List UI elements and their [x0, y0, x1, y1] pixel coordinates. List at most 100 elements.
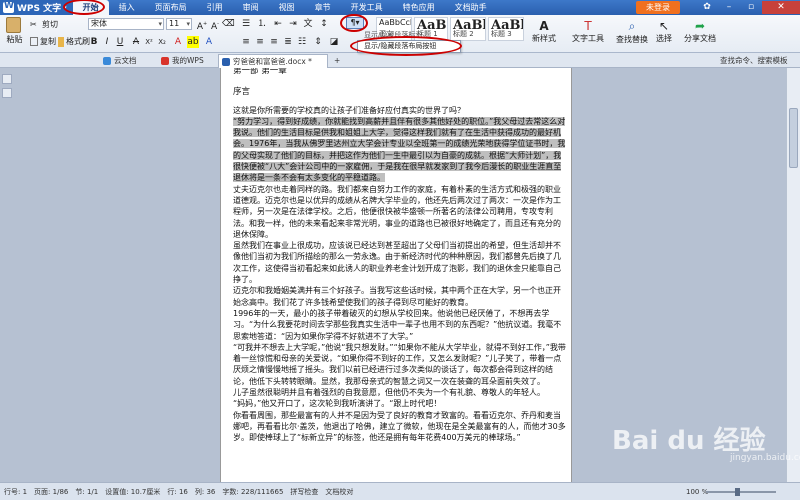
wps-logo-icon: [3, 1, 14, 13]
char-border-icon[interactable]: A: [203, 36, 215, 48]
doc-icon: [222, 58, 230, 66]
clear-format-icon[interactable]: ⌫: [222, 18, 235, 30]
vertical-scrollbar[interactable]: [786, 68, 800, 482]
align-center-icon[interactable]: ≡: [254, 36, 266, 48]
style-heading-2[interactable]: AaBb 标题 2: [450, 17, 486, 41]
status-column: 列: 36: [194, 487, 216, 496]
zoom-slider[interactable]: [706, 491, 776, 493]
numbering-icon[interactable]: ⒈: [256, 18, 268, 30]
text-tools-button[interactable]: T 文字工具: [572, 19, 604, 44]
share-icon: ➦: [694, 19, 706, 33]
share-button[interactable]: ➦ 分享文档: [684, 19, 716, 44]
tab-doc-assistant[interactable]: 文档助手: [445, 0, 497, 15]
distribute-icon[interactable]: ☷: [296, 36, 308, 48]
align-right-icon[interactable]: ≡: [268, 36, 280, 48]
doc-proofread-toggle[interactable]: 文档校对: [325, 487, 353, 497]
status-line: 行: 16: [167, 487, 188, 496]
grow-font-icon[interactable]: A+: [196, 18, 208, 32]
minimize-icon[interactable]: –: [718, 1, 740, 14]
style-caption: 标题 3: [491, 30, 512, 38]
zoom-level[interactable]: 100 %: [686, 488, 708, 496]
shading-icon[interactable]: ◪: [328, 36, 340, 48]
underline-icon[interactable]: U: [114, 36, 126, 48]
tab-references[interactable]: 引用: [197, 0, 233, 15]
find-replace-button[interactable]: ⌕ 查找替换: [616, 19, 648, 45]
paste-icon: [6, 17, 21, 33]
tab-cloud-docs[interactable]: 云文档: [100, 54, 141, 68]
chinese-layout-icon[interactable]: 文: [302, 18, 314, 30]
style-sample: AaBbCcDd: [379, 18, 411, 27]
share-label: 分享文档: [684, 34, 716, 43]
superscript-icon[interactable]: X²: [143, 36, 155, 48]
tab-my-wps[interactable]: 我的WPS: [158, 54, 208, 68]
text-tools-icon: T: [584, 19, 592, 33]
bullets-icon[interactable]: ☰: [240, 18, 252, 30]
tab-special-apps[interactable]: 特色应用: [393, 0, 445, 15]
panel-icon[interactable]: [2, 88, 12, 98]
text-tools-label: 文字工具: [572, 34, 604, 43]
style-caption: 标题 2: [453, 30, 474, 38]
justify-icon[interactable]: ≣: [282, 36, 294, 48]
bold-icon[interactable]: B: [88, 36, 100, 48]
paste-button[interactable]: 粘贴: [6, 17, 23, 45]
tab-insert[interactable]: 插入: [109, 0, 145, 15]
cut-label: 剪切: [42, 20, 58, 29]
app-menu-button[interactable]: WPS 文字 ▾: [0, 0, 73, 15]
scroll-thumb[interactable]: [789, 108, 798, 168]
document-content[interactable]: 第一部 第一章 序言 这就是你所需要的学校真的让孩子们准备好应付真实的世界了吗？…: [233, 68, 566, 444]
tab-document[interactable]: 穷爸爸和富爸爸.docx *: [218, 54, 328, 68]
paragraph: 这就是你所需要的学校真的让孩子们准备好应付真实的世界了吗？: [233, 105, 465, 115]
format-painter-button[interactable]: 格式刷: [58, 36, 90, 47]
find-replace-label: 查找替换: [616, 35, 648, 44]
selected-text: “努力学习，得到好成绩，你就能找到高薪并且伴有很多其他好处的职位。”我父母过去常…: [233, 116, 566, 183]
font-color-icon[interactable]: A: [172, 36, 184, 48]
tab-developer[interactable]: 开发工具: [341, 0, 393, 15]
paragraph: 虽然我们在事业上很成功，应该说已经达到甚至超出了父母们当初提出的希望，但生活却并…: [233, 241, 561, 285]
subscript-icon[interactable]: X₂: [156, 36, 168, 48]
status-row: 行号: 1: [4, 487, 28, 496]
decrease-indent-icon[interactable]: ⇤: [272, 18, 284, 30]
paragraph: 儿子虽然很聪明并且有着强烈的自我意愿，但他仍不失为一个有礼貌、尊敬人的年轻人。: [233, 388, 545, 398]
strikethrough-icon[interactable]: A: [130, 36, 142, 48]
paragraph: 你看看周围，那些最富有的人并不是因为受了良好的教育才致富的。看看迈克尔、乔丹和麦…: [233, 410, 566, 443]
style-heading-3[interactable]: AaBb 标题 3: [488, 17, 524, 41]
line-spacing-icon[interactable]: ⇕: [312, 36, 324, 48]
login-button[interactable]: 未登录: [636, 1, 680, 14]
magnifier-icon: ⌕: [628, 19, 636, 33]
paragraph: 丈夫迈克尔也走着同样的路。我们都来自努力工作的家庭，有着朴素的生活方式和极强的职…: [233, 184, 561, 239]
status-bar: 行号: 1 页面: 1/86 节: 1/1 设置值: 10.7厘米 行: 16 …: [0, 482, 800, 500]
status-section: 节: 1/1: [75, 487, 99, 496]
document-page[interactable]: 第一部 第一章 序言 这就是你所需要的学校真的让孩子们准备好应付真实的世界了吗？…: [220, 68, 572, 482]
new-style-icon: A: [539, 19, 549, 33]
new-style-button[interactable]: A 新样式: [532, 19, 556, 44]
tab-chapter[interactable]: 章节: [305, 0, 341, 15]
font-size-combo[interactable]: 11: [166, 18, 192, 30]
skin-icon[interactable]: ✿: [696, 1, 718, 14]
close-icon[interactable]: ✕: [762, 1, 800, 14]
brush-icon: [58, 36, 64, 47]
maximize-icon[interactable]: ▫: [740, 1, 762, 14]
spell-check-toggle[interactable]: 拼写检查: [290, 487, 318, 497]
align-left-icon[interactable]: ≡: [240, 36, 252, 48]
paragraph: 迈克尔和我婚姻美满并有三个好孩子。当我写这些话时候，其中两个正在大学，另一个也正…: [233, 286, 561, 307]
format-painter-label: 格式刷: [66, 37, 90, 46]
cut-button[interactable]: ✂ 剪切: [30, 19, 58, 30]
paragraph: “妈妈，”他又开口了，这次轮到我听演讲了。“跟上时代吧！: [233, 399, 442, 409]
highlight-icon[interactable]: ab: [187, 36, 199, 48]
italic-icon[interactable]: I: [101, 36, 113, 48]
shrink-font-icon[interactable]: A-: [209, 18, 221, 32]
zoom-slider-handle[interactable]: [735, 488, 740, 496]
status-words[interactable]: 字数: 228/111665: [222, 487, 283, 497]
tab-view[interactable]: 视图: [269, 0, 305, 15]
cloud-icon: [103, 57, 111, 65]
select-button[interactable]: ↖ 选择: [656, 19, 672, 44]
copy-button[interactable]: 复制: [30, 36, 56, 47]
tab-review[interactable]: 审阅: [233, 0, 269, 15]
command-search[interactable]: 查找命令、搜索模板: [720, 55, 788, 66]
increase-indent-icon[interactable]: ⇥: [287, 18, 299, 30]
nav-pane-icon[interactable]: [2, 74, 12, 84]
sort-icon[interactable]: ↕: [318, 18, 330, 30]
new-tab-button[interactable]: +: [330, 54, 344, 68]
tab-page-layout[interactable]: 页面布局: [145, 0, 197, 15]
font-name-combo[interactable]: 宋体: [88, 18, 164, 30]
